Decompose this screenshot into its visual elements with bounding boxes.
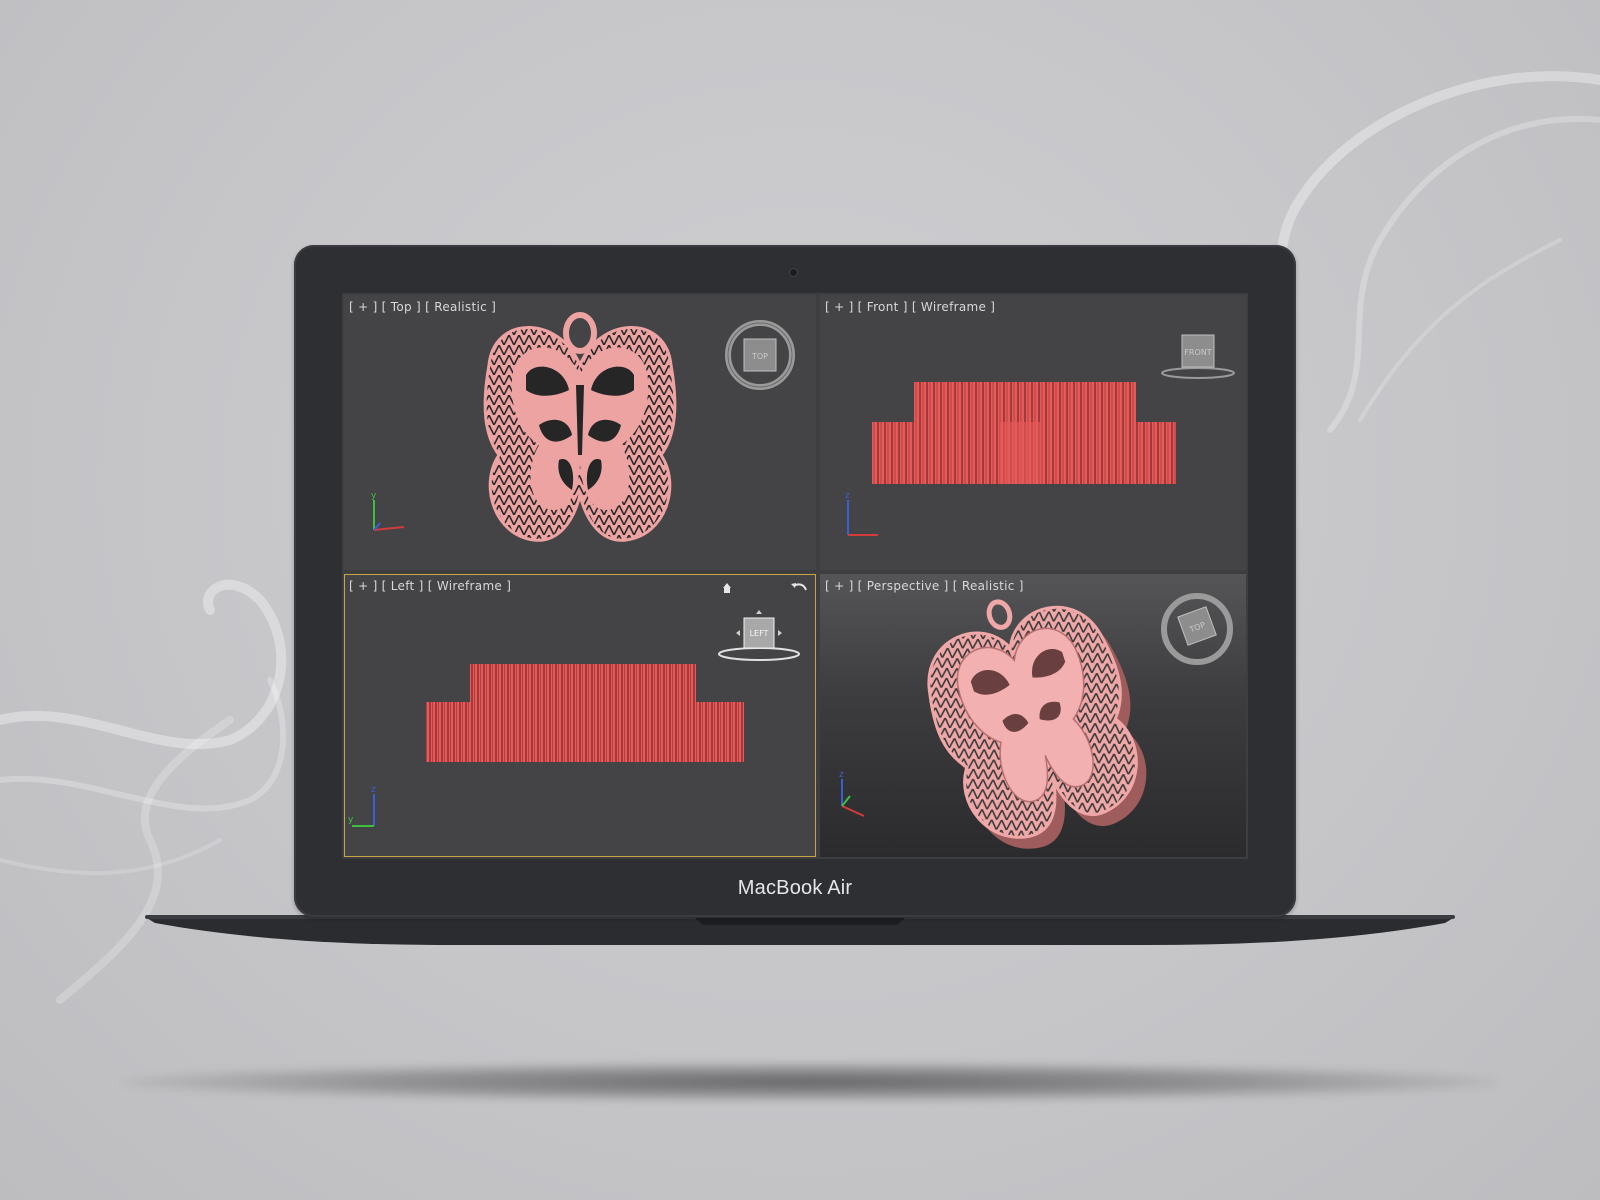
viewport-label-left[interactable]: [ + ] [ Left ] [ Wireframe ] — [349, 579, 511, 593]
view-cube-icon[interactable]: TOP — [1158, 590, 1236, 668]
floor-shadow — [120, 1062, 1500, 1102]
viewport-label-top[interactable]: [ + ] [ Top ] [ Realistic ] — [349, 300, 496, 314]
svg-text:z: z — [845, 491, 850, 501]
home-icon[interactable] — [722, 582, 732, 594]
axis-tripod-icon — [847, 500, 878, 536]
svg-text:y: y — [348, 815, 354, 825]
view-cube-label-top: TOP — [751, 352, 768, 361]
view-cube-label-left: LEFT — [750, 629, 769, 638]
viewport-front[interactable]: z [ + ] [ Front ] [ Wireframe ] FRONT — [820, 295, 1246, 570]
view-cube-icon[interactable]: LEFT — [714, 608, 804, 668]
svg-text:z: z — [839, 770, 844, 780]
laptop-lid: y [ + ] [ Top ] [ Realistic ] TOP z [+ … — [294, 245, 1296, 917]
laptop-base — [145, 915, 1455, 945]
viewport-perspective[interactable]: z [ + ] [ Perspective ] [ Realistic ] TO… — [820, 574, 1246, 857]
view-cube-label-front: FRONT — [1184, 348, 1211, 357]
viewport-top[interactable]: y [ + ] [ Top ] [ Realistic ] TOP — [344, 295, 816, 570]
camera-icon — [790, 269, 797, 276]
viewport-left[interactable]: z y [ + ] [ Left ] [ Wireframe ] LEFT — [344, 574, 816, 857]
viewport-screen: y [ + ] [ Top ] [ Realistic ] TOP z [+ … — [342, 293, 1248, 859]
undo-arrow-icon[interactable] — [790, 580, 808, 592]
brand-label: MacBook Air — [737, 877, 853, 899]
axis-tripod-icon — [352, 794, 375, 827]
svg-text:y: y — [371, 491, 377, 501]
axis-tripod-icon — [841, 779, 865, 817]
view-cube-icon[interactable]: FRONT — [1158, 329, 1238, 383]
view-cube-icon[interactable]: TOP — [722, 317, 798, 393]
axis-tripod-icon — [373, 500, 405, 531]
svg-text:z: z — [371, 785, 376, 795]
viewport-label-front[interactable]: [ + ] [ Front ] [ Wireframe ] — [825, 300, 995, 314]
viewport-label-perspective[interactable]: [ + ] [ Perspective ] [ Realistic ] — [825, 579, 1024, 593]
